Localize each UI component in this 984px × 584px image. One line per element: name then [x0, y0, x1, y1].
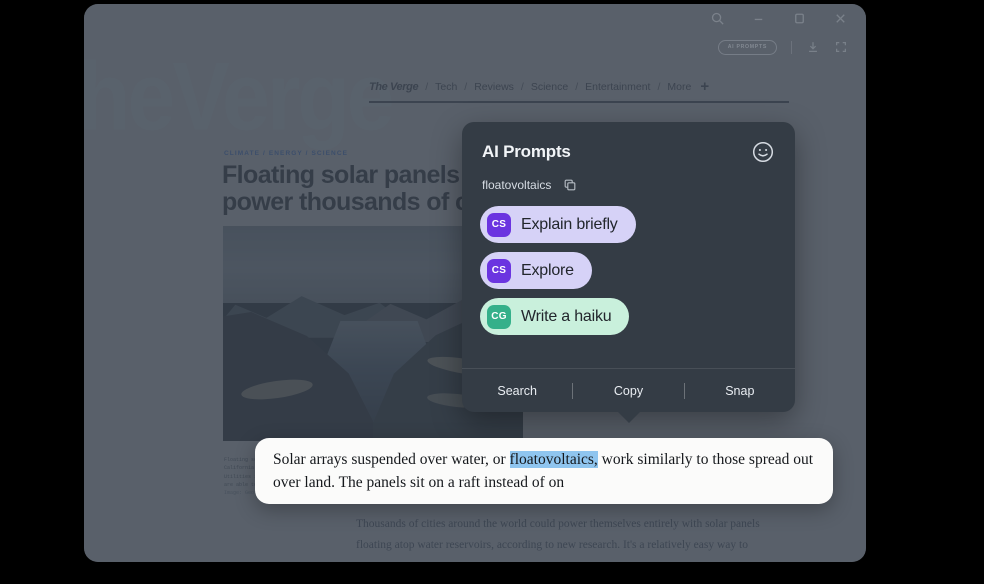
prompt-badge: CG	[487, 304, 511, 329]
footer-snap-button[interactable]: Snap	[685, 384, 795, 398]
nav-separator: /	[575, 80, 579, 93]
popup-pointer-tail	[617, 412, 640, 423]
prompt-chip-write-a-haiku[interactable]: CG Write a haiku	[480, 298, 630, 335]
prompt-chip-list: CS Explain briefly CS Explore CG Write a…	[462, 192, 795, 335]
nav-item-reviews[interactable]: Reviews	[474, 81, 514, 93]
selected-term: floatovoltaics	[482, 178, 552, 192]
nav-separator: /	[425, 80, 429, 93]
prompt-badge: CS	[487, 258, 511, 283]
search-icon[interactable]	[710, 11, 725, 26]
prompt-label: Write a haiku	[521, 307, 612, 325]
nav-separator: /	[520, 80, 524, 93]
popup-footer: Search Copy Snap	[462, 368, 795, 412]
copy-icon[interactable]	[563, 178, 577, 192]
nav-item-tech[interactable]: Tech	[435, 81, 457, 93]
popup-title: AI Prompts	[482, 142, 571, 161]
window-toolbar: AI PROMPTS	[84, 32, 866, 62]
popup-header: AI Prompts	[462, 122, 795, 164]
selected-text[interactable]: Solar arrays suspended over water, or fl…	[273, 448, 815, 495]
close-icon[interactable]	[833, 11, 848, 26]
smiley-icon[interactable]	[751, 140, 775, 164]
article-body: Thousands of cities around the world cou…	[356, 518, 760, 562]
ai-prompts-popup: AI Prompts floatovoltaics CS Explain bri…	[462, 122, 795, 423]
prompt-chip-explain-briefly[interactable]: CS Explain briefly	[480, 206, 636, 243]
prompt-badge: CS	[487, 212, 511, 237]
plus-icon[interactable]: +	[700, 78, 709, 95]
window-titlebar	[84, 4, 866, 32]
nav-item-more[interactable]: More	[667, 81, 691, 93]
selected-term-row: floatovoltaics	[462, 164, 795, 192]
nav-logo[interactable]: The Verge	[369, 81, 419, 93]
footer-copy-button[interactable]: Copy	[573, 384, 683, 398]
screenshot-stage: heVerge The Verge / Tech / Reviews / Sci…	[0, 0, 984, 584]
maximize-icon[interactable]	[792, 11, 807, 26]
article-kicker: CLIMATE / ENERGY / SCIENCE	[224, 150, 349, 157]
selected-text-card: Solar arrays suspended over water, or fl…	[255, 438, 833, 504]
ai-prompts-button[interactable]: AI PROMPTS	[717, 39, 777, 55]
selected-text-before: Solar arrays suspended over water, or	[273, 450, 510, 468]
prompt-label: Explore	[521, 261, 574, 279]
prompt-chip-explore[interactable]: CS Explore	[480, 252, 592, 289]
prompt-label: Explain briefly	[521, 215, 618, 233]
expand-icon[interactable]	[834, 40, 848, 54]
nav-separator: /	[464, 80, 468, 93]
minimize-icon[interactable]	[751, 11, 766, 26]
download-icon[interactable]	[806, 40, 820, 54]
text-highlight[interactable]: floatovoltaics,	[509, 450, 598, 468]
nav-separator: /	[657, 80, 661, 93]
nav-item-entertainment[interactable]: Entertainment	[585, 81, 650, 93]
toolbar-divider	[791, 40, 792, 54]
footer-search-button[interactable]: Search	[462, 384, 572, 398]
site-navigation[interactable]: The Verge / Tech / Reviews / Science / E…	[369, 78, 789, 103]
nav-item-science[interactable]: Science	[531, 81, 568, 93]
